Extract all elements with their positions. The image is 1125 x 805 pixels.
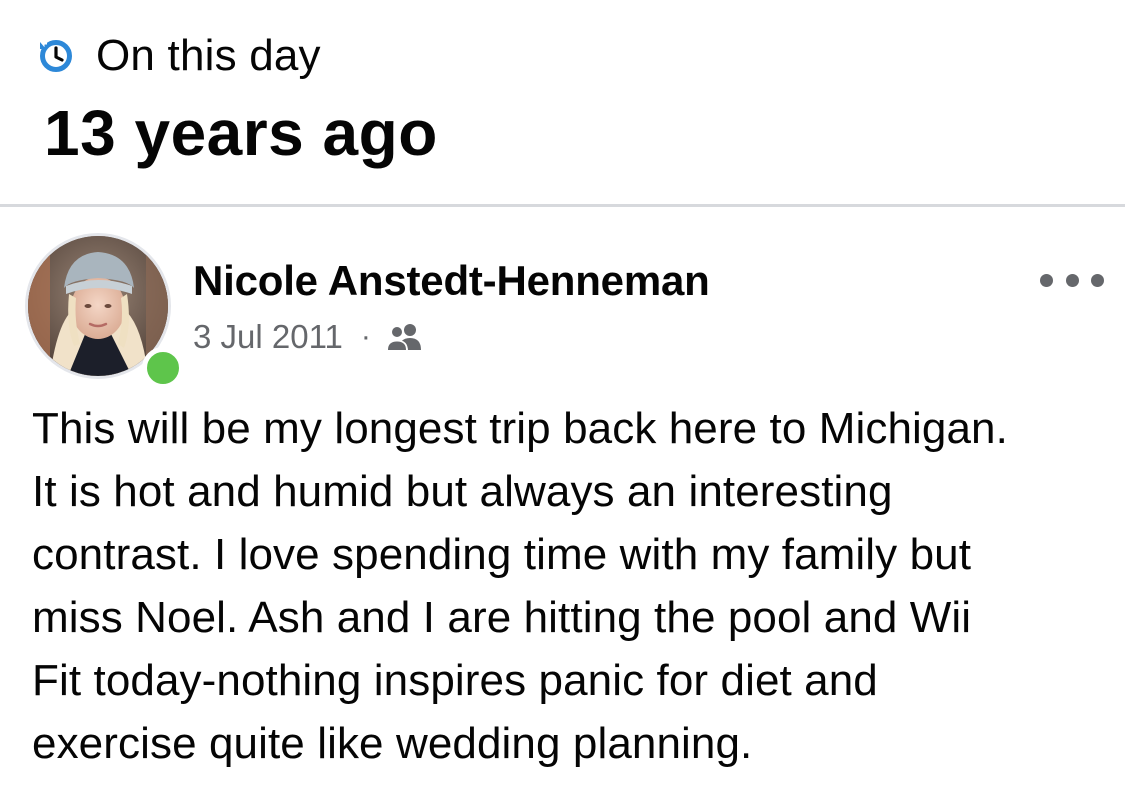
friends-icon[interactable] (385, 322, 423, 352)
author-avatar[interactable] (25, 233, 184, 389)
memories-header: On this day 13 years ago (0, 0, 1125, 205)
post-body-text: This will be my longest trip back here t… (32, 404, 1008, 768)
more-dot (1091, 273, 1104, 287)
more-dot (1040, 273, 1053, 287)
post-date[interactable]: 3 Jul 2011 (193, 318, 343, 356)
clock-history-icon (37, 37, 74, 74)
online-status-indicator (142, 347, 184, 389)
meta-separator: · (360, 320, 371, 353)
author-name[interactable]: Nicole Anstedt-Henneman (193, 257, 710, 305)
memory-post: Nicole Anstedt-Henneman 3 Jul 2011 · Thi… (0, 207, 1125, 805)
more-dot (1065, 273, 1079, 287)
on-this-day-row: On this day (37, 28, 321, 84)
more-options-icon[interactable] (1040, 265, 1104, 295)
post-meta: 3 Jul 2011 · (193, 315, 423, 359)
time-ago-heading: 13 years ago (44, 97, 438, 169)
on-this-day-label: On this day (96, 31, 321, 80)
